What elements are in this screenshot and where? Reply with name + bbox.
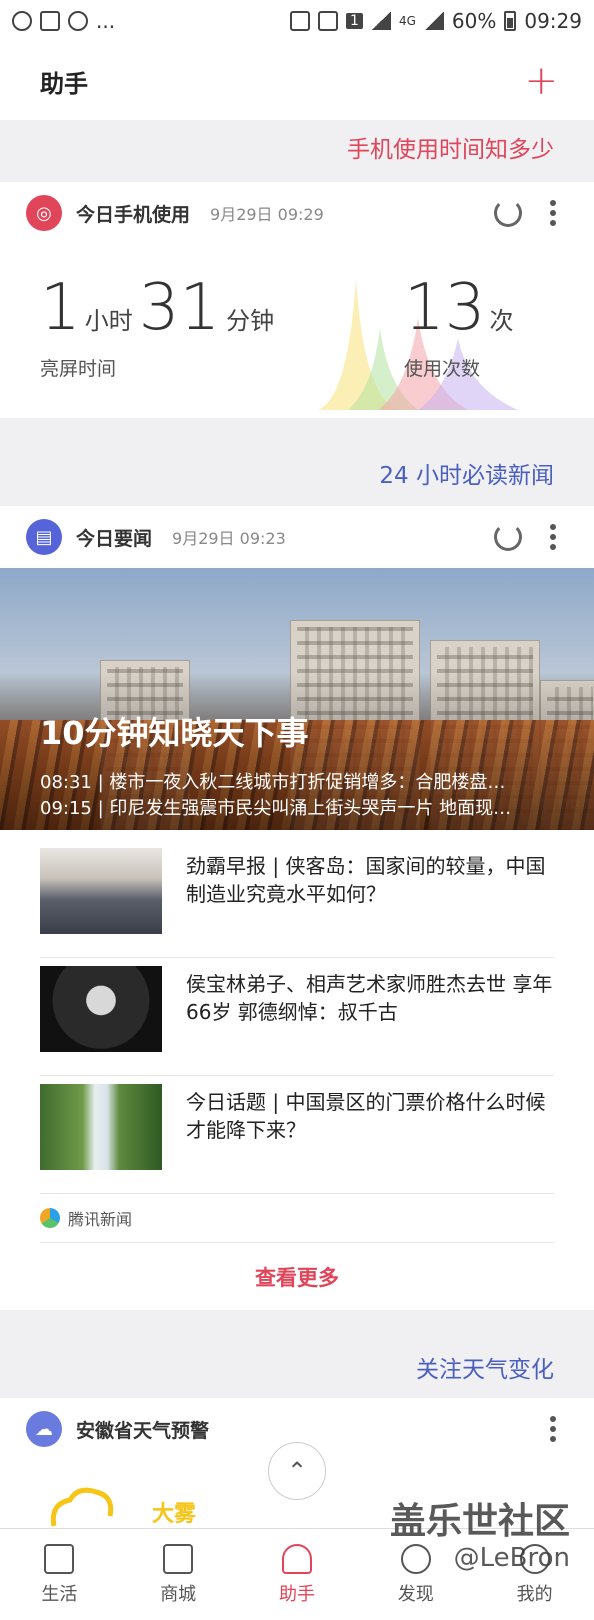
more-options-icon[interactable] xyxy=(550,524,556,550)
hero-title: 10分钟知晓天下事 xyxy=(40,714,309,752)
count-value: 13 xyxy=(404,271,486,345)
battery-icon xyxy=(504,11,517,31)
unlock-count-value: 13 次 xyxy=(404,276,513,340)
news-headline: 侯宝林弟子、相声艺术家师胜杰去世 享年66岁 郭德纲悼：叔千古 xyxy=(186,972,553,1024)
more-notifications-icon: ... xyxy=(96,9,116,33)
minutes-unit: 分钟 xyxy=(226,307,275,335)
fog-sun-icon xyxy=(50,1487,114,1527)
nav-item-label: 商城 xyxy=(160,1583,197,1605)
news-icon xyxy=(44,1543,75,1574)
nav-item-mall[interactable]: 商城 xyxy=(119,1529,238,1620)
tencent-news-icon xyxy=(40,1208,60,1228)
nav-item-label: 助手 xyxy=(278,1583,315,1605)
notification-icon xyxy=(68,11,88,31)
news-thumbnail xyxy=(40,848,162,934)
news-headline: 劲霸早报 | 侠客岛：国家间的较量，中国制造业究竟水平如何？ xyxy=(186,854,546,906)
network-indicator: 4G xyxy=(398,14,416,28)
weather-condition: 大雾 xyxy=(152,1502,197,1527)
gallery-icon xyxy=(40,11,60,31)
news-hero-banner[interactable]: 10分钟知晓天下事 08:31 | 楼市一夜入秋二线城市打折促销增多：合肥楼盘…… xyxy=(0,568,594,830)
unlock-count-label: 使用次数 xyxy=(404,358,481,380)
usage-card-header: ◎ 今日手机使用 9月29日 09:29 xyxy=(0,182,594,244)
app-bar: 助手 + xyxy=(0,42,594,120)
plus-icon[interactable]: + xyxy=(524,61,558,101)
nav-item-label: 生活 xyxy=(41,1583,78,1605)
more-options-icon[interactable] xyxy=(550,1416,556,1442)
battery-percent: 60% xyxy=(451,9,497,33)
usage-card[interactable]: ◎ 今日手机使用 9月29日 09:29 1 小时31 分钟 亮屏时间 13 次 使用… xyxy=(0,182,594,418)
heart-icon xyxy=(281,1543,312,1574)
nav-item-me[interactable]: 我的 xyxy=(475,1529,594,1620)
view-more-button[interactable]: 查看更多 xyxy=(0,1262,594,1292)
compass-icon xyxy=(400,1543,431,1574)
news-section-link[interactable]: 24 小时必读新闻 xyxy=(379,456,554,490)
news-card-header: ▤ 今日要闻 9月29日 09:23 xyxy=(0,506,594,568)
signal-icon xyxy=(423,12,444,30)
usage-card-title: 今日手机使用 xyxy=(76,203,191,226)
hours-value: 1 xyxy=(40,271,81,345)
count-unit: 次 xyxy=(489,307,514,335)
hero-headline[interactable]: 08:31 | 楼市一夜入秋二线城市打折促销增多：合肥楼盘… xyxy=(40,768,566,794)
weather-icon: ☁ xyxy=(26,1411,62,1447)
sim-indicator: 1 xyxy=(346,13,363,29)
search-icon xyxy=(12,11,32,31)
news-card-title: 今日要闻 xyxy=(76,527,153,550)
divider xyxy=(40,1242,554,1243)
person-icon xyxy=(519,1543,550,1574)
news-list-item[interactable]: 侯宝林弟子、相声艺术家师胜杰去世 享年66岁 郭德纲悼：叔千古 xyxy=(40,958,554,1076)
nav-item-assistant[interactable]: 助手 xyxy=(238,1529,357,1620)
news-source-label: 腾讯新闻 xyxy=(68,1210,133,1229)
bottom-nav: 生活 商城 助手 发现 我的 xyxy=(0,1528,594,1620)
nav-item-label: 发现 xyxy=(397,1583,434,1605)
weather-card-title: 安徽省天气预警 xyxy=(76,1419,210,1442)
news-source: 腾讯新闻 xyxy=(40,1206,132,1230)
news-headline: 今日话题 | 中国景区的门票价格什么时候才能降下来？ xyxy=(186,1090,546,1142)
usage-stats: 1 小时31 分钟 亮屏时间 13 次 使用次数 xyxy=(0,244,594,410)
mute-icon xyxy=(318,11,339,31)
lock-icon xyxy=(290,11,311,31)
usage-section-link[interactable]: 手机使用时间知多少 xyxy=(347,130,554,164)
usage-icon: ◎ xyxy=(26,195,62,231)
minutes-value: 31 xyxy=(138,271,221,345)
page-title: 助手 xyxy=(40,69,88,98)
clock: 09:29 xyxy=(524,9,582,33)
chevron-up-icon: ⌃ xyxy=(286,1457,308,1485)
more-options-icon[interactable] xyxy=(550,200,556,226)
signal-icon xyxy=(370,12,391,30)
status-bar: ... 1 4G 60% 09:29 xyxy=(0,0,594,42)
news-card: ▤ 今日要闻 9月29日 09:23 10分钟知晓天下事 08:31 | 楼市一… xyxy=(0,506,594,1310)
screen-time-value: 1 小时31 分钟 xyxy=(40,276,274,340)
news-list-item[interactable]: 劲霸早报 | 侠客岛：国家间的较量，中国制造业究竟水平如何？ xyxy=(40,840,554,958)
weather-section-link[interactable]: 关注天气变化 xyxy=(416,1350,554,1384)
usage-card-time: 9月29日 09:29 xyxy=(210,205,324,224)
nav-item-life[interactable]: 生活 xyxy=(0,1529,119,1620)
news-thumbnail xyxy=(40,1084,162,1170)
scroll-top-button[interactable]: ⌃ xyxy=(268,1442,326,1500)
newspaper-icon: ▤ xyxy=(26,519,62,555)
hours-unit: 小时 xyxy=(84,307,133,335)
screen-time-label: 亮屏时间 xyxy=(40,358,117,380)
news-list-item[interactable]: 今日话题 | 中国景区的门票价格什么时候才能降下来？ xyxy=(40,1076,554,1194)
refresh-icon[interactable] xyxy=(494,523,522,551)
bag-icon xyxy=(163,1543,194,1574)
news-thumbnail xyxy=(40,966,162,1052)
nav-item-discover[interactable]: 发现 xyxy=(356,1529,475,1620)
refresh-icon[interactable] xyxy=(494,199,522,227)
hero-headline[interactable]: 09:15 | 印尼发生强震市民尖叫涌上街头哭声一片 地面现… xyxy=(40,794,566,820)
news-card-time: 9月29日 09:23 xyxy=(172,529,286,548)
nav-item-label: 我的 xyxy=(516,1583,553,1605)
